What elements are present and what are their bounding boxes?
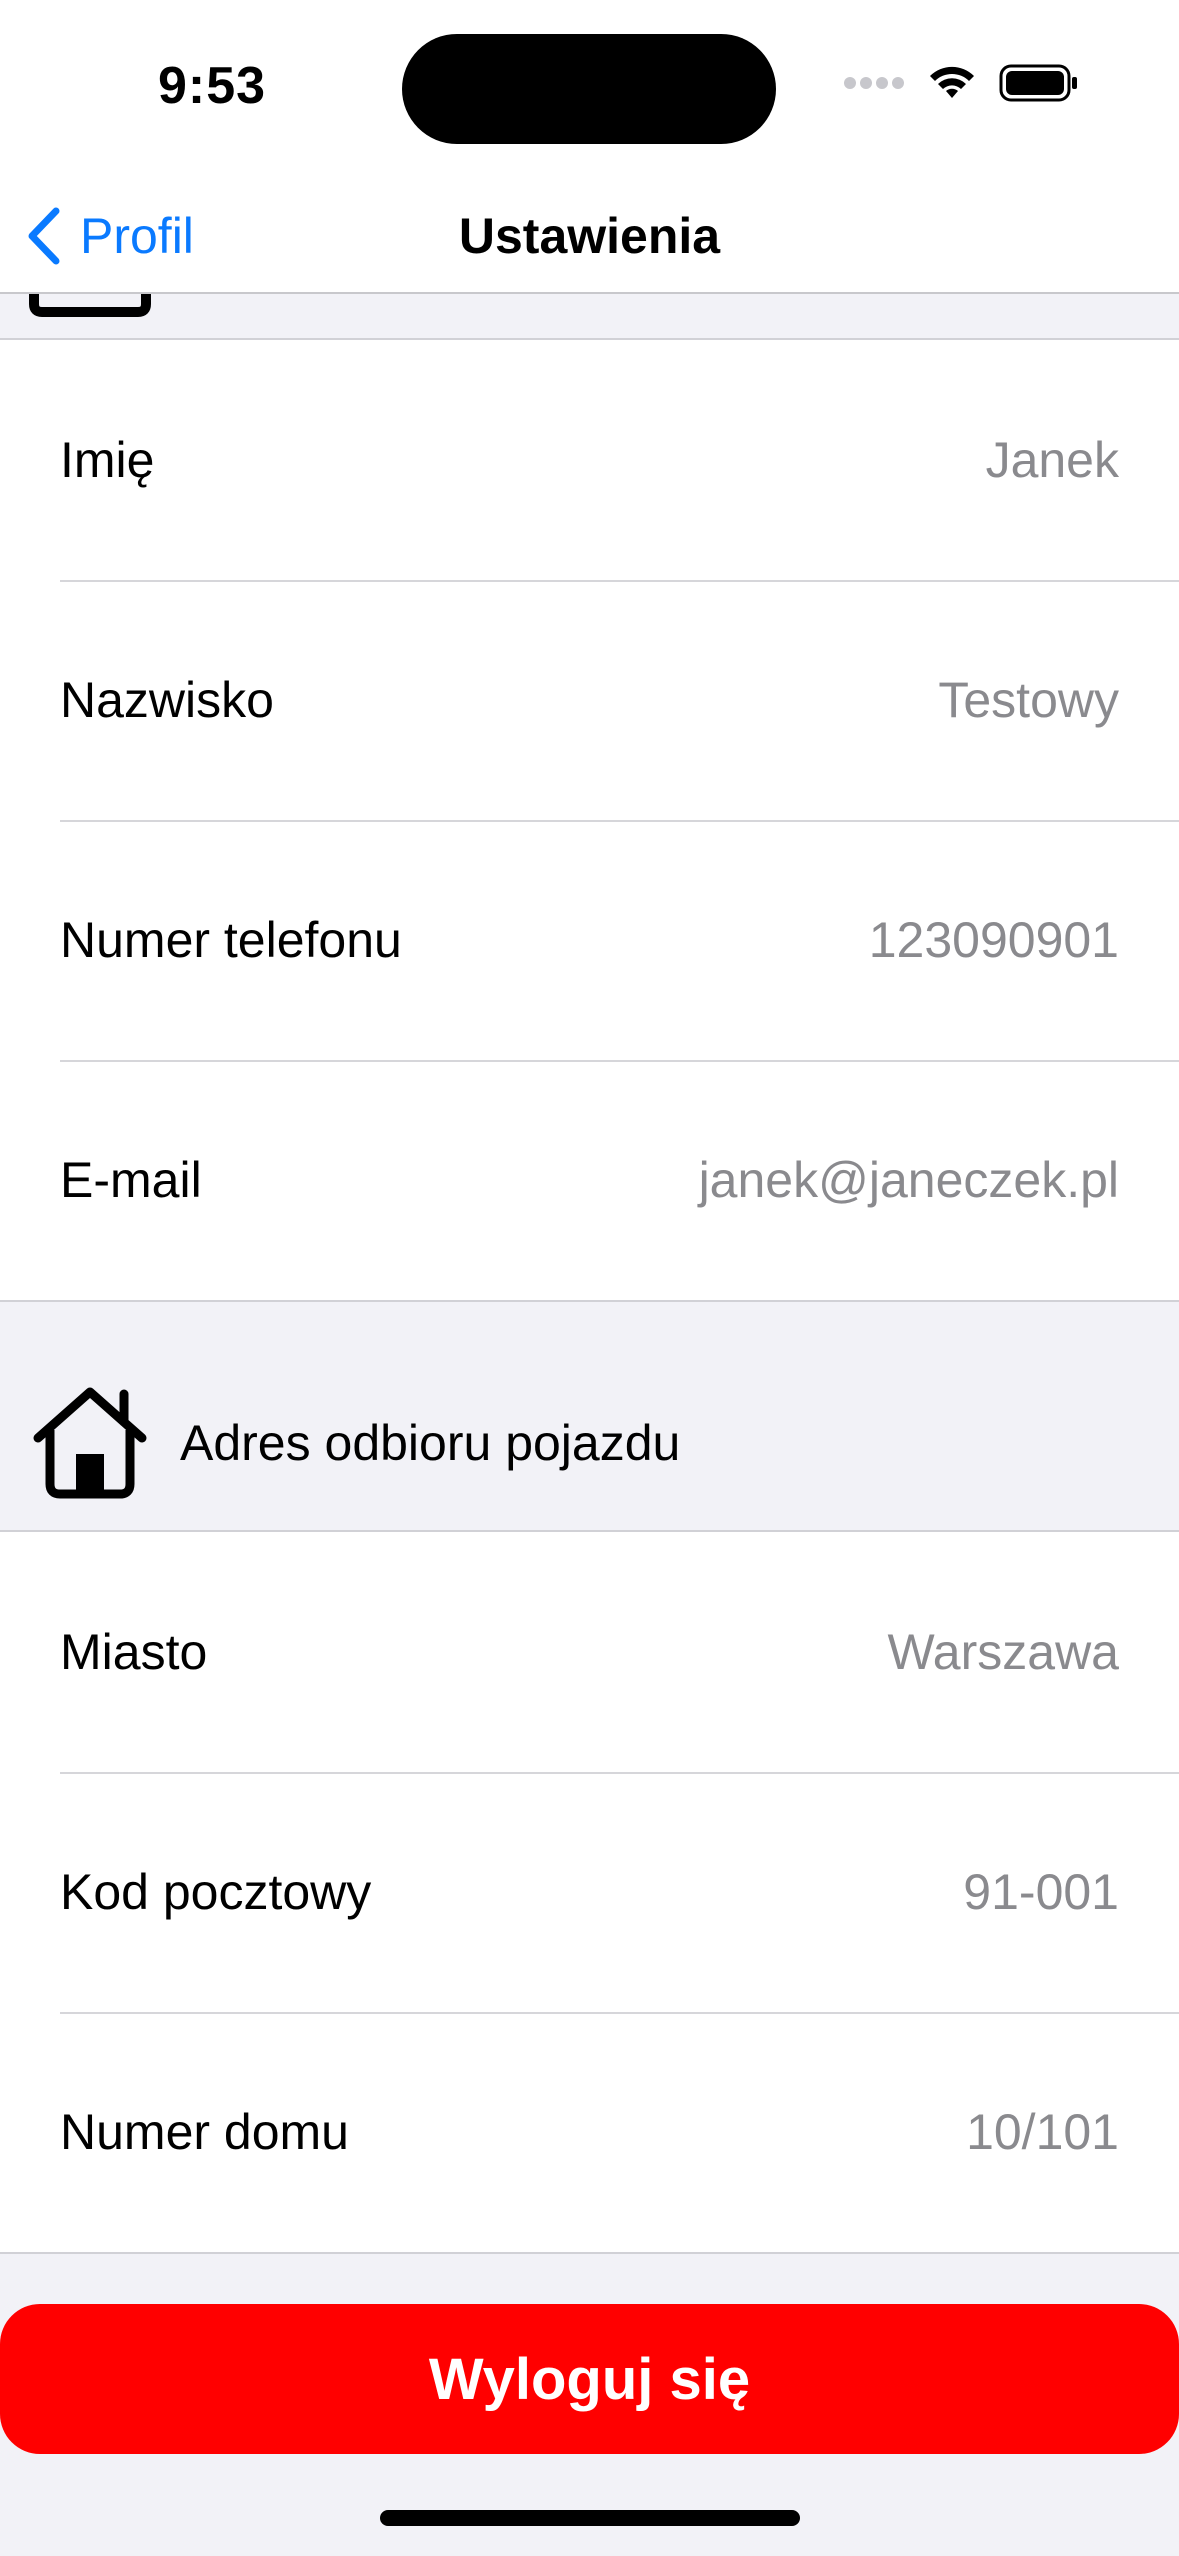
postal-code-value: 91-001 [963, 1864, 1119, 1920]
phone-number-value: 123090901 [868, 912, 1119, 968]
last-name-label: Nazwisko [60, 672, 274, 728]
first-name-row[interactable]: Imię Janek [0, 340, 1179, 580]
city-value: Warszawa [887, 1624, 1119, 1680]
navigation-bar: Profil Ustawienia [0, 180, 1179, 294]
house-icon [26, 1384, 154, 1500]
status-icons [843, 64, 1079, 102]
page-title: Ustawienia [458, 208, 721, 264]
battery-icon [999, 64, 1077, 102]
first-name-label: Imię [60, 432, 155, 488]
house-number-value: 10/101 [966, 2104, 1119, 2160]
person-icon [28, 294, 152, 318]
last-name-row[interactable]: Nazwisko Testowy [0, 580, 1179, 820]
wifi-icon [930, 66, 974, 98]
email-label: E-mail [60, 1152, 202, 1208]
home-indicator[interactable] [380, 2510, 800, 2526]
status-time: 9:53 [158, 57, 267, 115]
email-value: janek@janeczek.pl [698, 1152, 1119, 1208]
email-row[interactable]: E-mail janek@janeczek.pl [0, 1060, 1179, 1300]
last-name-value: Testowy [938, 672, 1119, 728]
signal-dots-icon [844, 77, 904, 89]
logout-button[interactable]: Wyloguj się [0, 2304, 1179, 2454]
house-number-label: Numer domu [60, 2104, 349, 2160]
personal-info-section: Imię Janek Nazwisko Testowy Numer telefo… [0, 338, 1179, 1302]
address-section: Miasto Warszawa Kod pocztowy 91-001 Nume… [0, 1530, 1179, 2254]
postal-code-row[interactable]: Kod pocztowy 91-001 [0, 1772, 1179, 2012]
city-label: Miasto [60, 1624, 208, 1680]
dynamic-island [402, 34, 776, 144]
status-bar: 9:53 [0, 0, 1179, 180]
house-number-row[interactable]: Numer domu 10/101 [0, 2012, 1179, 2252]
city-row[interactable]: Miasto Warszawa [0, 1532, 1179, 1772]
phone-number-row[interactable]: Numer telefonu 123090901 [0, 820, 1179, 1060]
first-name-value: Janek [985, 432, 1119, 488]
phone-number-label: Numer telefonu [60, 912, 402, 968]
postal-code-label: Kod pocztowy [60, 1864, 372, 1920]
address-section-header: Adres odbioru pojazdu [180, 1415, 681, 1471]
